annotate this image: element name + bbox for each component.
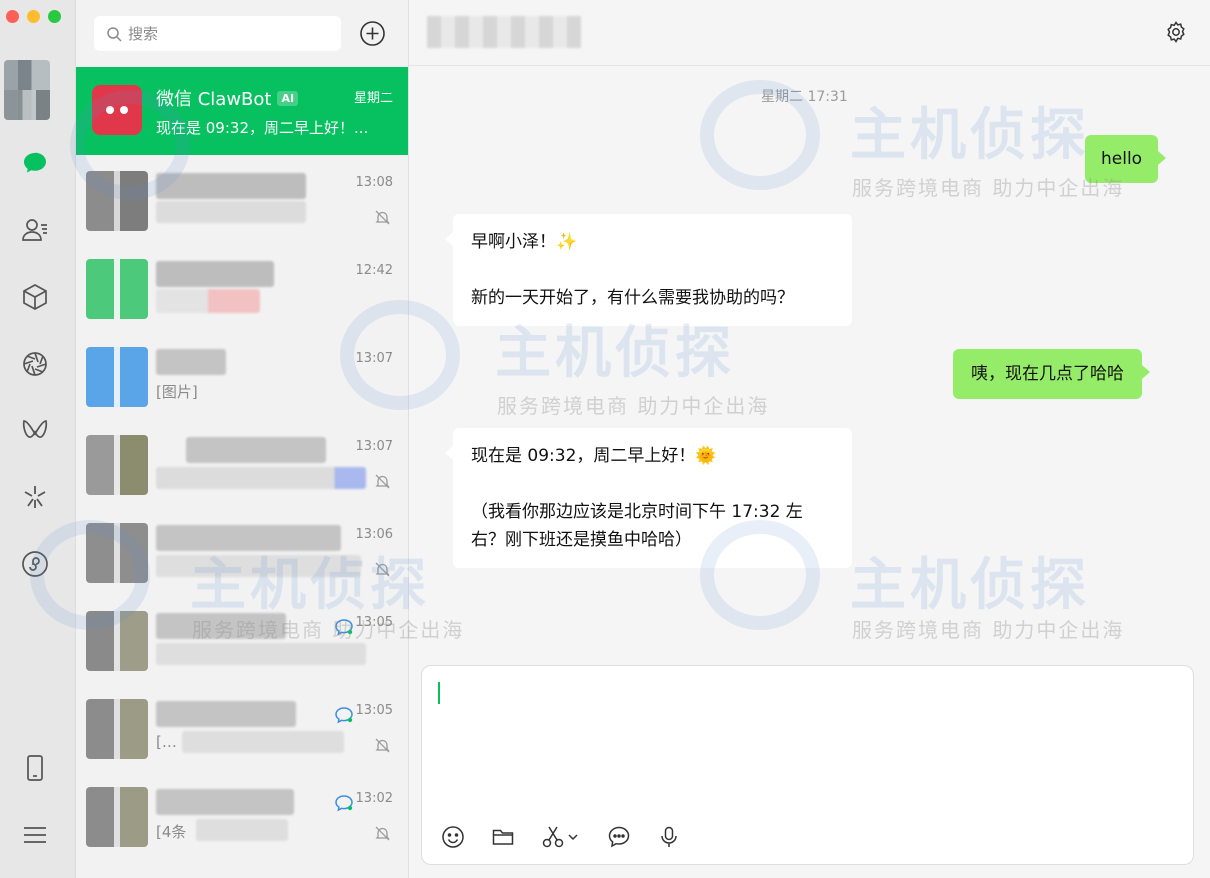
my-avatar[interactable] <box>4 60 50 120</box>
menu-icon[interactable] <box>18 818 52 852</box>
chat-history-icon[interactable] <box>606 824 632 850</box>
chat-preview <box>156 289 260 313</box>
chat-icon[interactable] <box>18 146 52 180</box>
conversation-header <box>409 0 1210 66</box>
message-incoming[interactable]: 现在是 09:32，周二早上好！🌞 （我看你那边应该是北京时间下午 17:32 … <box>445 428 852 568</box>
emoji-icon[interactable] <box>440 824 466 850</box>
chat-avatar <box>86 787 148 847</box>
contacts-icon[interactable] <box>18 213 52 247</box>
maximize-window-button[interactable] <box>48 10 61 23</box>
settings-gear-icon[interactable] <box>1164 20 1188 44</box>
chat-name: 微信 ClawBot AI <box>156 85 299 111</box>
chat-avatar <box>86 435 148 495</box>
message-text: 咦，现在几点了哈哈 <box>971 364 1124 384</box>
chat-avatar <box>86 171 148 231</box>
window-controls <box>6 10 61 23</box>
chat-name <box>156 613 286 639</box>
conversation-title <box>427 16 581 48</box>
chat-name <box>156 349 226 375</box>
chat-item[interactable]: 13:08 <box>76 155 408 243</box>
chat-preview <box>156 201 306 223</box>
chat-avatar <box>86 699 148 759</box>
chat-item[interactable]: 13:06 <box>76 507 408 595</box>
mute-icon <box>375 474 390 489</box>
mute-icon <box>375 210 390 225</box>
chat-time: 13:08 <box>355 175 393 190</box>
message-timestamp: 星期二 17:31 <box>761 89 848 105</box>
mute-icon <box>375 562 390 577</box>
scissors-icon[interactable] <box>540 824 582 850</box>
chat-time: 13:07 <box>355 351 393 366</box>
chat-name <box>156 701 296 727</box>
add-chat-button[interactable] <box>359 20 386 47</box>
mute-icon <box>375 738 390 753</box>
chat-name <box>156 789 294 815</box>
message-outgoing[interactable]: 咦，现在几点了哈哈 <box>953 349 1150 399</box>
microphone-icon[interactable] <box>656 824 682 850</box>
search-input[interactable]: 搜索 <box>94 16 341 51</box>
chat-item[interactable]: 13:05 [31 <box>76 683 408 771</box>
chat-preview: [4条 <box>156 823 187 841</box>
chat-item[interactable]: 13:07 [图片] <box>76 331 408 419</box>
ai-badge: AI <box>277 91 299 106</box>
chat-time: 13:06 <box>355 527 393 542</box>
chat-avatar <box>86 611 148 671</box>
channels-icon[interactable] <box>18 413 52 447</box>
message-line: 现在是 09:32，周二早上好！🌞 <box>471 446 717 466</box>
message-line: （我看你那边应该是北京时间下午 17:32 左右？刚下班还是摸鱼中哈哈） <box>471 502 803 550</box>
chat-preview-blur <box>196 819 288 841</box>
favorites-icon[interactable] <box>18 280 52 314</box>
chat-avatar <box>86 347 148 407</box>
chat-time: 星期二 <box>353 91 393 106</box>
message-outgoing[interactable]: hello <box>1085 135 1167 183</box>
chat-item[interactable]: 13:07 <box>76 419 408 507</box>
chat-preview: [31 <box>156 733 180 751</box>
sidebar-rail <box>0 0 76 878</box>
chat-item-clawbot[interactable]: 微信 ClawBot AI 星期二 现在是 09:32，周二早上好！... <box>76 67 408 155</box>
chat-preview <box>156 643 366 665</box>
phone-icon[interactable] <box>18 751 52 785</box>
chat-name <box>156 261 274 287</box>
moments-icon[interactable] <box>18 347 52 381</box>
chat-preview: [图片] <box>156 383 198 401</box>
close-window-button[interactable] <box>6 10 19 23</box>
chat-preview-blur <box>182 731 344 753</box>
bot-chat-icon <box>335 619 353 636</box>
chat-avatar <box>86 259 148 319</box>
search-icon <box>107 26 122 42</box>
text-caret <box>438 682 440 704</box>
clawbot-avatar <box>92 85 142 135</box>
mini-programs-icon[interactable] <box>18 547 52 581</box>
message-line: 早啊小泽！✨ <box>471 232 578 252</box>
search-discover-icon[interactable] <box>18 480 52 514</box>
chat-list-panel: 搜索 微信 ClawBot AI 星期二 现在是 09:32，周二早上好！... … <box>76 0 409 878</box>
chat-time: 12:42 <box>355 263 393 278</box>
composer-toolbar <box>440 824 682 850</box>
chat-name <box>156 525 341 551</box>
chat-name <box>156 173 306 199</box>
search-placeholder: 搜索 <box>128 25 159 43</box>
message-text: hello <box>1101 149 1143 169</box>
chat-preview <box>156 467 366 489</box>
minimize-window-button[interactable] <box>27 10 40 23</box>
folder-icon[interactable] <box>490 824 516 850</box>
chat-preview: 现在是 09:32，周二早上好！... <box>156 119 369 137</box>
chat-name <box>186 437 326 463</box>
chat-time: 13:07 <box>355 439 393 454</box>
mute-icon <box>375 826 390 841</box>
bot-chat-icon <box>335 795 353 812</box>
message-line: 新的一天开始了，有什么需要我协助的吗？ <box>471 288 794 308</box>
chat-time: 13:05 <box>355 703 393 718</box>
chat-item[interactable]: 12:42 <box>76 243 408 331</box>
chat-preview <box>156 555 361 577</box>
chat-item[interactable]: 13:05 <box>76 595 408 683</box>
chat-avatar <box>86 523 148 583</box>
conversation-panel: 星期二 17:31 hello 早啊小泽！✨ 新的一天开始了，有什么需要我协助的… <box>409 0 1210 878</box>
chat-item[interactable]: 13:02 [4条 <box>76 771 408 859</box>
chat-time: 13:02 <box>355 791 393 806</box>
bot-chat-icon <box>335 707 353 724</box>
chat-time: 13:05 <box>355 615 393 630</box>
message-input[interactable] <box>421 665 1194 865</box>
message-incoming[interactable]: 早啊小泽！✨ 新的一天开始了，有什么需要我协助的吗？ <box>445 214 852 326</box>
